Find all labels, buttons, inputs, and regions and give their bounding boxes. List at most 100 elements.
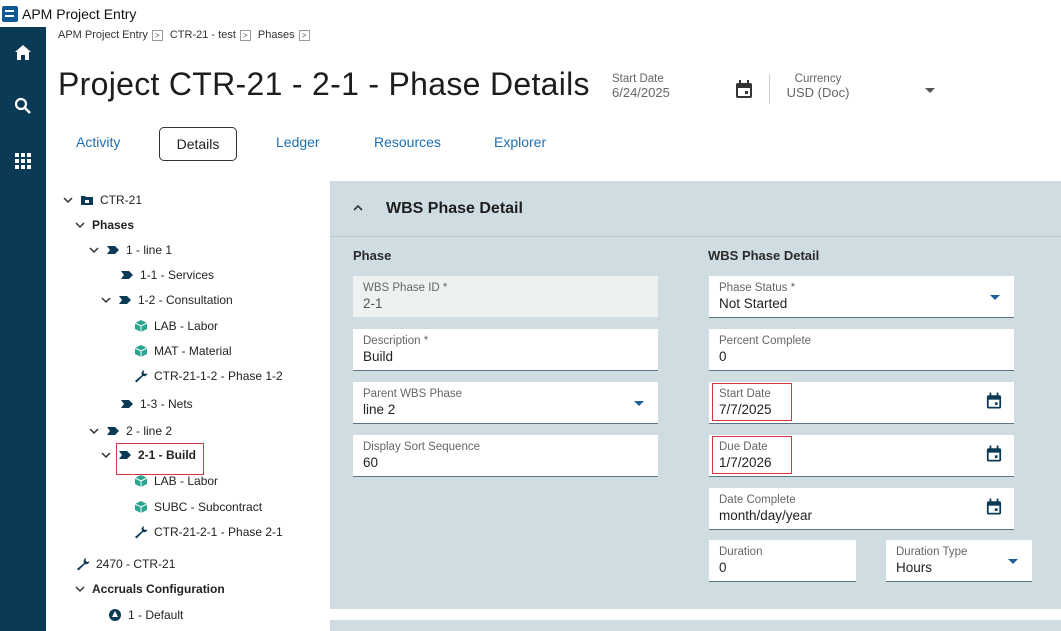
tree-node-phase21[interactable]: CTR-21-2-1 - Phase 2-1: [134, 522, 283, 542]
chevron-down-icon[interactable]: [925, 88, 935, 93]
tree-label: MAT - Material: [154, 344, 232, 358]
tree-label: SUBC - Subcontract: [154, 500, 263, 514]
tree-node-default[interactable]: 1 - Default: [108, 605, 183, 625]
search-icon[interactable]: [0, 86, 46, 126]
wbs-phase-id-field: WBS Phase ID * 2-1: [353, 276, 658, 318]
breadcrumb-item[interactable]: CTR-21 - test: [170, 29, 236, 41]
tree-label: 1 - line 1: [126, 243, 173, 257]
section-label-phase: Phase: [353, 248, 392, 263]
tree-label: 2 - line 2: [126, 424, 173, 438]
tree-node-consultation[interactable]: 1-2 - Consultation: [100, 290, 233, 310]
tree-node-nets[interactable]: 1-3 - Nets: [120, 394, 193, 414]
field-label: Description *: [363, 335, 429, 347]
breadcrumb: APM Project Entry > CTR-21 - test > Phas…: [58, 29, 317, 41]
wrench-icon: [135, 370, 148, 383]
chevron-down-icon[interactable]: [62, 194, 74, 206]
breadcrumb-separator-icon[interactable]: >: [298, 29, 310, 41]
breadcrumb-item[interactable]: Phases: [258, 29, 295, 41]
resource-cube-icon: [134, 320, 148, 332]
tree-label: LAB - Labor: [154, 319, 219, 333]
tree-node-ctr2470[interactable]: 2470 - CTR-21: [76, 554, 175, 574]
wrench-icon: [135, 526, 148, 539]
tree-node-phase12[interactable]: CTR-21-1-2 - Phase 1-2: [134, 366, 283, 386]
tree-label: 1-1 - Services: [140, 268, 215, 282]
phase-status-select[interactable]: Phase Status * Not Started: [709, 276, 1014, 318]
tab-activity[interactable]: Activity: [76, 134, 120, 150]
tree-node-phases[interactable]: Phases: [74, 215, 134, 235]
description-field[interactable]: Description * Build: [353, 329, 658, 371]
tree-node-root[interactable]: CTR-21: [62, 190, 142, 210]
chevron-down-icon[interactable]: [88, 244, 100, 256]
tree-label: Phases: [92, 218, 135, 232]
left-nav-rail: [0, 27, 46, 631]
calendar-icon[interactable]: [986, 445, 1002, 463]
chevron-down-icon[interactable]: [100, 449, 112, 461]
chevron-down-icon[interactable]: [990, 295, 1000, 300]
display-sort-sequence-field[interactable]: Display Sort Sequence 60: [353, 435, 658, 477]
tree-node-services[interactable]: 1-1 - Services: [120, 265, 214, 285]
title-bar: APM Project Entry: [0, 0, 1061, 27]
phase-icon: [119, 296, 131, 304]
page-title: Project CTR-21 - 2-1 - Phase Details: [58, 66, 590, 102]
selected-node-highlight: [116, 443, 204, 475]
field-value[interactable]: Not Started: [719, 295, 1004, 312]
field-value[interactable]: 0: [719, 348, 1004, 365]
chevron-down-icon[interactable]: [74, 219, 86, 231]
start-date-highlight: [712, 383, 792, 421]
field-value[interactable]: 60: [363, 454, 648, 471]
field-label: Phase Status *: [719, 282, 796, 294]
calendar-icon[interactable]: [735, 80, 753, 99]
breadcrumb-separator-icon[interactable]: >: [239, 29, 251, 41]
tab-resources[interactable]: Resources: [374, 134, 441, 150]
tree-node-line1[interactable]: 1 - line 1: [88, 240, 172, 260]
app-title: APM Project Entry: [22, 5, 137, 22]
chevron-down-icon[interactable]: [100, 294, 112, 306]
tree-node-subc[interactable]: SUBC - Subcontract: [134, 497, 262, 517]
percent-complete-field[interactable]: Percent Complete 0: [709, 329, 1014, 371]
calendar-icon[interactable]: [986, 498, 1002, 516]
field-value[interactable]: Hours: [896, 559, 1022, 576]
tab-ledger[interactable]: Ledger: [276, 134, 320, 150]
next-panel-edge: [330, 620, 1061, 631]
chevron-up-icon[interactable]: [352, 203, 364, 213]
field-value[interactable]: 0: [719, 559, 846, 576]
field-value: 2-1: [363, 296, 383, 311]
chevron-down-icon[interactable]: [1008, 559, 1018, 564]
tree-label: CTR-21-1-2 - Phase 1-2: [154, 369, 283, 383]
field-label: Duration Type: [896, 546, 968, 558]
panel-header[interactable]: WBS Phase Detail: [330, 181, 1061, 237]
chevron-down-icon[interactable]: [88, 425, 100, 437]
duration-field[interactable]: Duration 0: [709, 540, 856, 582]
duration-type-select[interactable]: Duration Type Hours: [886, 540, 1032, 582]
header-currency[interactable]: Currency USD (Doc): [782, 73, 854, 100]
field-value[interactable]: month/day/year: [719, 507, 1004, 524]
field-label: Parent WBS Phase: [363, 388, 463, 400]
wrench-icon: [77, 558, 90, 571]
calendar-icon[interactable]: [986, 392, 1002, 410]
apps-grid-icon[interactable]: [0, 141, 46, 181]
chevron-down-icon[interactable]: [634, 401, 644, 406]
home-icon[interactable]: [0, 33, 46, 73]
header-start-date: Start Date 6/24/2025: [612, 73, 670, 100]
breadcrumb-separator-icon[interactable]: >: [151, 29, 163, 41]
field-label: Percent Complete: [719, 335, 812, 347]
tab-details[interactable]: Details: [159, 127, 237, 161]
parent-wbs-phase-select[interactable]: Parent WBS Phase line 2: [353, 382, 658, 424]
header-divider: [769, 74, 770, 104]
chevron-down-icon[interactable]: [74, 583, 86, 595]
folder-icon: [81, 196, 93, 205]
phase-icon: [107, 246, 119, 254]
tree-node-accruals[interactable]: Accruals Configuration: [74, 579, 225, 599]
date-complete-field[interactable]: Date Complete month/day/year: [709, 488, 1014, 530]
tree-node-mat1[interactable]: MAT - Material: [134, 341, 232, 361]
due-date-highlight: [712, 436, 792, 474]
field-value[interactable]: Build: [363, 348, 648, 365]
resource-cube-icon: [134, 501, 148, 513]
tab-explorer[interactable]: Explorer: [494, 134, 546, 150]
field-value[interactable]: line 2: [363, 401, 648, 418]
app-logo-icon: [2, 5, 18, 22]
tree-node-line2[interactable]: 2 - line 2: [88, 421, 172, 441]
phase-tree: CTR-21 Phases 1 - line 1 1-1 - Services …: [56, 181, 322, 631]
tree-node-lab1[interactable]: LAB - Labor: [134, 316, 218, 336]
breadcrumb-item[interactable]: APM Project Entry: [58, 29, 148, 41]
